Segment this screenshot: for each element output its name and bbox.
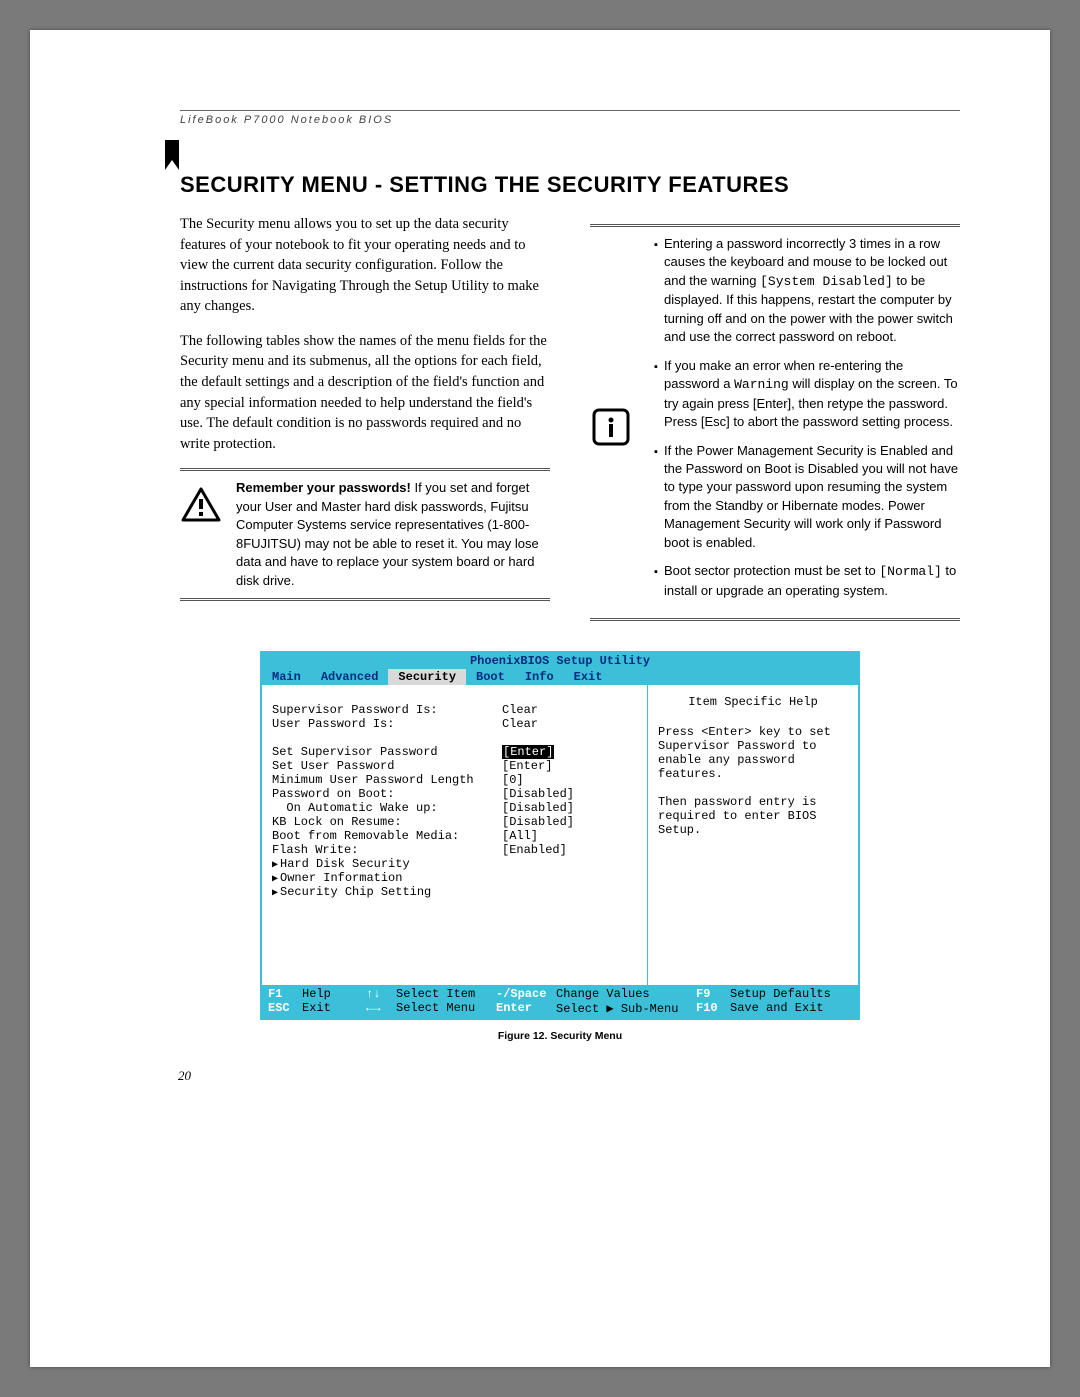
bios-field-value: [Enter] [502,745,554,759]
bios-tab-advanced[interactable]: Advanced [311,669,389,685]
left-column: The Security menu allows you to set up t… [180,214,550,639]
bios-field-value: [All] [502,829,538,843]
bios-row[interactable]: KB Lock on Resume:[Disabled] [272,815,635,829]
intro-paragraph-2: The following tables show the names of t… [180,331,550,454]
page: LifeBook P7000 Notebook BIOS SECURITY ME… [30,30,1050,1367]
warning-icon [180,479,222,523]
warning-callout: Remember your passwords! If you set and … [180,468,550,601]
info-callout: Entering a password incorrectly 3 times … [590,224,960,621]
page-title: SECURITY MENU - SETTING THE SECURITY FEA… [180,172,960,198]
bios-field-value: [Enabled] [502,843,567,857]
bios-row[interactable]: Owner Information [272,871,635,885]
bios-field-label: Minimum User Password Length [272,773,502,787]
bios-field-label: Security Chip Setting [272,885,502,899]
bios-field-label: Boot from Removable Media: [272,829,502,843]
bios-field-label: User Password Is: [272,717,502,731]
bios-tab-boot[interactable]: Boot [466,669,515,685]
bios-field-label: KB Lock on Resume: [272,815,502,829]
bios-tab-bar: MainAdvancedSecurityBootInfoExit [262,669,858,685]
bios-row[interactable]: Supervisor Password Is:Clear [272,703,635,717]
bios-row[interactable]: Password on Boot:[Disabled] [272,787,635,801]
bios-field-value: [0] [502,773,524,787]
bios-field-label: Set User Password [272,759,502,773]
bios-field-value: [Disabled] [502,801,574,815]
bios-row[interactable]: Minimum User Password Length[0] [272,773,635,787]
bios-title: PhoenixBIOS Setup Utility [262,653,858,669]
bios-field-value: [Disabled] [502,787,574,801]
page-number: 20 [178,1068,960,1084]
bios-footer: F1Help ↑↓Select Item -/SpaceChange Value… [262,985,858,1018]
info-list-item: Boot sector protection must be set to [N… [664,562,960,600]
info-list-item: If the Power Management Security is Enab… [664,442,960,553]
bios-field-label: Hard Disk Security [272,857,502,871]
bios-help-panel: Item Specific Help Press <Enter> key to … [648,685,858,985]
bios-row[interactable]: Set User Password[Enter] [272,759,635,773]
info-list: Entering a password incorrectly 3 times … [652,235,960,610]
bios-row[interactable] [272,731,635,745]
bios-row[interactable]: Boot from Removable Media:[All] [272,829,635,843]
bios-row[interactable]: Flash Write:[Enabled] [272,843,635,857]
bios-field-label: Flash Write: [272,843,502,857]
bios-field-value: Clear [502,703,538,717]
bios-row[interactable]: On Automatic Wake up:[Disabled] [272,801,635,815]
bios-tab-exit[interactable]: Exit [564,669,613,685]
warning-text: Remember your passwords! If you set and … [236,479,550,590]
bios-row[interactable]: Set Supervisor Password[Enter] [272,745,635,759]
bios-tab-main[interactable]: Main [262,669,311,685]
bios-field-label: Supervisor Password Is: [272,703,502,717]
bios-field-label: Set Supervisor Password [272,745,502,759]
info-icon [590,400,632,446]
bios-help-text: Press <Enter> key to set Supervisor Pass… [658,725,848,837]
bios-row[interactable]: Security Chip Setting [272,885,635,899]
intro-paragraph-1: The Security menu allows you to set up t… [180,214,550,317]
bios-field-label: Owner Information [272,871,502,885]
bios-field-label: On Automatic Wake up: [272,801,502,815]
right-column: Entering a password incorrectly 3 times … [590,214,960,639]
figure-caption: Figure 12. Security Menu [260,1030,860,1042]
bios-tab-security[interactable]: Security [388,669,466,685]
bios-main-panel: Supervisor Password Is:ClearUser Passwor… [262,685,648,985]
bios-row[interactable]: User Password Is:Clear [272,717,635,731]
bios-row[interactable]: Hard Disk Security [272,857,635,871]
bios-help-title: Item Specific Help [658,695,848,709]
info-list-item: If you make an error when re-entering th… [664,357,960,432]
bios-field-value: [Disabled] [502,815,574,829]
bios-field-value: [Enter] [502,759,552,773]
bios-tab-info[interactable]: Info [515,669,564,685]
info-list-item: Entering a password incorrectly 3 times … [664,235,960,347]
bios-figure: PhoenixBIOS Setup Utility MainAdvancedSe… [260,651,860,1042]
bios-field-label: Password on Boot: [272,787,502,801]
bios-field-value: Clear [502,717,538,731]
running-head: LifeBook P7000 Notebook BIOS [180,110,960,126]
